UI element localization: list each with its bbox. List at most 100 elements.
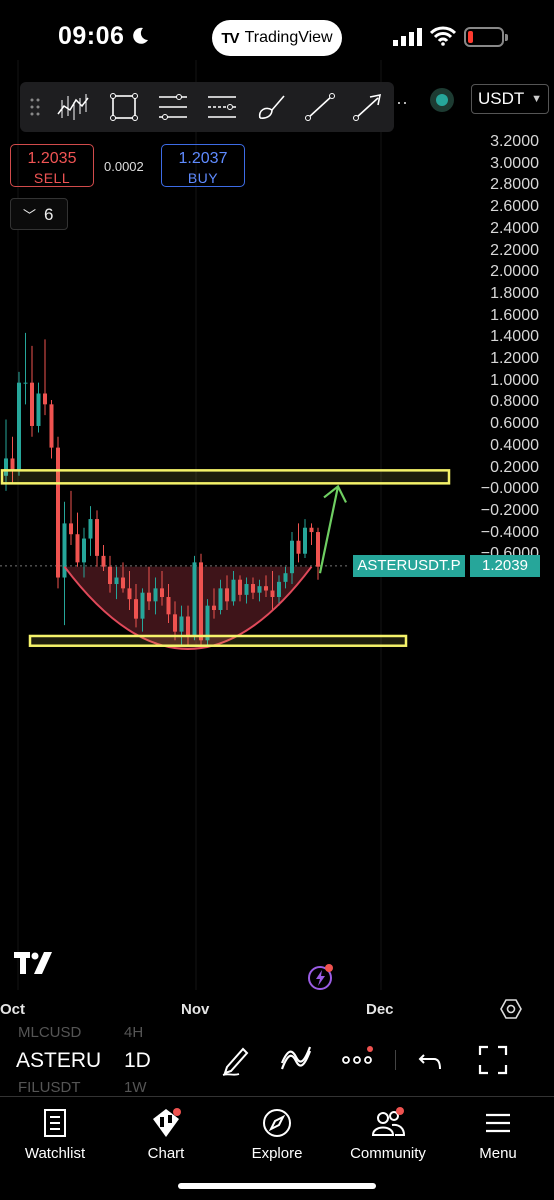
price-tick: 1.4000 bbox=[490, 328, 539, 346]
watchlist-icon bbox=[44, 1109, 66, 1137]
price-tick: 1.2000 bbox=[490, 350, 539, 367]
sell-button[interactable]: 1.2035 SELL bbox=[10, 144, 94, 187]
candle-body bbox=[186, 616, 190, 636]
chevron-down-icon: ▼ bbox=[531, 93, 542, 105]
more-options-icon[interactable] bbox=[340, 1043, 376, 1077]
price-tick: 3.0000 bbox=[490, 154, 539, 172]
timeframe-selector[interactable]: 1D bbox=[124, 1049, 151, 1073]
nav-community-label: Community bbox=[350, 1145, 426, 1162]
nav-chart[interactable]: Chart bbox=[111, 1107, 221, 1162]
rectangle-tool-icon[interactable] bbox=[109, 92, 139, 122]
market-status-icon[interactable] bbox=[430, 88, 454, 112]
candle-body bbox=[134, 599, 138, 619]
candle-body bbox=[153, 588, 158, 602]
price-tick: 2.0000 bbox=[490, 263, 539, 281]
ghost-timeframe-above: 4H bbox=[124, 1024, 144, 1041]
candle-body bbox=[56, 447, 60, 578]
nav-community[interactable]: Community bbox=[333, 1107, 443, 1162]
buy-label: BUY bbox=[187, 170, 219, 186]
nav-menu[interactable]: Menu bbox=[443, 1107, 553, 1162]
nav-menu-label: Menu bbox=[479, 1145, 517, 1162]
candle-body bbox=[69, 523, 73, 535]
trend-line-tool-icon[interactable] bbox=[304, 92, 336, 122]
price-tick: 2.6000 bbox=[490, 198, 539, 216]
candle-body bbox=[17, 382, 21, 472]
pen-drawing-icon[interactable] bbox=[219, 1043, 251, 1077]
sell-label: SELL bbox=[33, 170, 71, 186]
drag-handle-icon[interactable] bbox=[30, 92, 40, 122]
price-tick: 3.2000 bbox=[490, 133, 539, 150]
price-tick: 2.2000 bbox=[490, 241, 539, 259]
candle-body bbox=[88, 519, 93, 539]
price-tick: −0.2000 bbox=[480, 501, 539, 519]
ghost-symbol-above: MLCUSD bbox=[18, 1024, 82, 1041]
pattern-tool-icon[interactable] bbox=[56, 92, 94, 122]
candle-body bbox=[212, 605, 216, 610]
indicators-icon[interactable] bbox=[280, 1043, 312, 1077]
target-arrow bbox=[318, 486, 340, 574]
candle-body bbox=[238, 579, 242, 595]
sell-price: 1.2035 bbox=[27, 150, 77, 167]
hamburger-menu-icon bbox=[486, 1113, 510, 1133]
indicators-toggle[interactable]: ﹀ 6 bbox=[10, 198, 68, 230]
candle-body bbox=[82, 538, 86, 563]
support-zone bbox=[28, 634, 408, 647]
buy-button[interactable]: 1.2037 BUY bbox=[161, 144, 245, 187]
lightning-icon[interactable] bbox=[306, 962, 336, 992]
candle-body bbox=[43, 393, 47, 405]
price-tick: 2.4000 bbox=[490, 219, 539, 237]
date-tick-dec: Dec bbox=[366, 1001, 394, 1018]
candle-body bbox=[127, 588, 132, 600]
candle-body bbox=[270, 590, 275, 598]
candle-body bbox=[173, 614, 177, 632]
fib-retracement-tool-icon[interactable] bbox=[157, 92, 189, 122]
arrow-tool-icon[interactable] bbox=[352, 92, 384, 122]
candle-body bbox=[166, 597, 171, 615]
candle-body bbox=[316, 532, 320, 567]
candle-body bbox=[251, 584, 255, 593]
price-tick: −0.4000 bbox=[480, 523, 539, 541]
indicator-count: 6 bbox=[44, 205, 54, 224]
last-price-label: 1.2039 bbox=[470, 555, 540, 577]
nav-explore[interactable]: Explore bbox=[222, 1107, 332, 1162]
price-tick: 2.8000 bbox=[490, 176, 539, 194]
candle-body bbox=[244, 584, 249, 595]
currency-select[interactable]: USDT ▼ bbox=[471, 84, 549, 114]
price-tick: 0.6000 bbox=[490, 415, 539, 433]
candle-body bbox=[49, 404, 54, 448]
chevron-down-icon: ﹀ bbox=[23, 208, 37, 223]
compass-icon bbox=[263, 1109, 291, 1137]
candle-body bbox=[36, 393, 41, 426]
symbol-bar-divider bbox=[395, 1050, 396, 1070]
nav-watchlist[interactable]: Watchlist bbox=[0, 1107, 110, 1162]
candle-body bbox=[30, 382, 34, 426]
buy-price: 1.2037 bbox=[178, 150, 228, 167]
toolbar-more-icon[interactable]: ·· bbox=[396, 92, 408, 113]
ghost-symbol-below: FILUSDT bbox=[18, 1079, 81, 1096]
date-tick-nov: Nov bbox=[181, 1001, 210, 1018]
price-tick: −0.0000 bbox=[480, 480, 539, 498]
candle-body bbox=[296, 540, 301, 554]
long-position-tool-icon[interactable] bbox=[206, 92, 238, 122]
fullscreen-icon[interactable] bbox=[476, 1043, 510, 1077]
community-icon bbox=[371, 1107, 406, 1136]
symbol-name[interactable]: ASTERUSDT.P bbox=[16, 1049, 102, 1073]
brush-tool-icon[interactable] bbox=[256, 92, 290, 122]
nav-explore-label: Explore bbox=[251, 1145, 303, 1162]
price-tick: 1.8000 bbox=[490, 284, 539, 302]
candle-body bbox=[257, 586, 262, 593]
drawing-toolbar bbox=[20, 82, 394, 132]
chart-settings-icon[interactable] bbox=[500, 998, 522, 1020]
candle-body bbox=[290, 540, 294, 574]
price-tick: 1.6000 bbox=[490, 306, 539, 324]
price-tick: 0.4000 bbox=[490, 436, 539, 454]
candle-body bbox=[264, 586, 268, 591]
candle-body bbox=[192, 562, 197, 636]
date-tick-oct: Oct bbox=[0, 1001, 26, 1018]
candle-body bbox=[283, 573, 288, 582]
price-tick: 1.0000 bbox=[490, 371, 539, 389]
resistance-zone bbox=[0, 469, 451, 485]
candle-body bbox=[303, 527, 307, 554]
home-indicator bbox=[178, 1183, 376, 1189]
undo-icon[interactable] bbox=[416, 1043, 446, 1077]
